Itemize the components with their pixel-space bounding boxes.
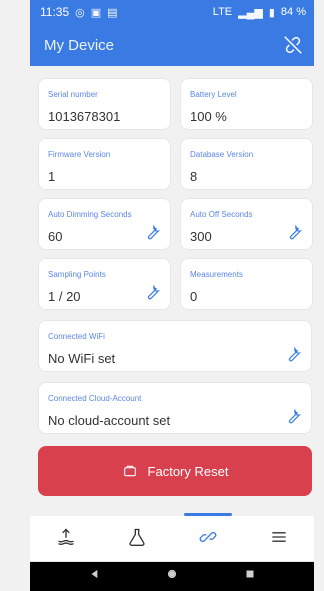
wrench-icon[interactable] [143, 284, 161, 302]
unlink-icon[interactable] [282, 34, 304, 56]
page-title: My Device [44, 36, 115, 54]
whatsapp-icon: ◎ [75, 6, 85, 19]
battery-icon: ▮ [268, 6, 275, 19]
battery-level-label: Battery Level [190, 90, 237, 99]
link-icon [198, 527, 218, 552]
serial-number-label: Serial number [48, 90, 98, 99]
wrench-icon[interactable] [143, 224, 161, 242]
wrench-icon[interactable] [284, 346, 302, 364]
menu-icon [269, 527, 289, 552]
nav-upload[interactable] [46, 519, 86, 559]
signal-icon: ▂▄▆ [238, 6, 263, 19]
nav-menu[interactable] [259, 519, 299, 559]
auto-dimming-card[interactable]: Auto Dimming Seconds 60 [38, 198, 171, 250]
home-button[interactable] [159, 569, 185, 585]
recents-button[interactable] [237, 569, 263, 585]
sampling-points-value: 1 / 20 [48, 289, 81, 304]
sampling-points-label: Sampling Points [48, 270, 106, 279]
sampling-points-card[interactable]: Sampling Points 1 / 20 [38, 258, 171, 310]
wrench-icon[interactable] [284, 408, 302, 426]
upload-icon [56, 527, 76, 552]
database-version-card: Database Version 8 [180, 138, 313, 190]
factory-reset-label: Factory Reset [147, 463, 229, 479]
firmware-version-value: 1 [48, 169, 56, 184]
notification-icon: ▣ [90, 6, 102, 19]
reset-icon [122, 463, 138, 479]
connected-cloud-value: No cloud-account set [48, 413, 171, 428]
flask-icon [127, 527, 147, 552]
database-version-value: 8 [190, 169, 198, 184]
battery-level-card: Battery Level 100 % [180, 78, 313, 130]
bottom-navigation [30, 513, 314, 562]
measurements-label: Measurements [190, 270, 243, 279]
auto-off-value: 300 [190, 229, 212, 244]
status-bar: 11:35 ◎ ▣ ▤ LTE ▂▄▆ ▮ 84 % [30, 0, 314, 24]
status-left: 11:35 ◎ ▣ ▤ [40, 5, 118, 19]
measurements-value: 0 [190, 289, 198, 304]
network-type: LTE [212, 6, 233, 18]
auto-off-label: Auto Off Seconds [190, 210, 253, 219]
device-screen: 11:35 ◎ ▣ ▤ LTE ▂▄▆ ▮ 84 % My Device Ser… [0, 0, 324, 591]
back-icon [88, 567, 102, 586]
system-navigation [30, 562, 314, 591]
database-version-label: Database Version [190, 150, 254, 159]
battery-level-value: 100 % [190, 109, 227, 124]
back-button[interactable] [82, 569, 108, 585]
auto-dimming-value: 60 [48, 229, 63, 244]
serial-number-card: Serial number 1013678301 [38, 78, 171, 130]
factory-reset-button[interactable]: Factory Reset [38, 446, 312, 496]
gallery-icon: ▤ [107, 6, 118, 19]
device-info: Serial number 1013678301 Battery Level 1… [30, 66, 314, 512]
connected-wifi-label: Connected WiFi [48, 332, 105, 341]
connected-wifi-value: No WiFi set [48, 351, 116, 366]
measurements-card: Measurements 0 [180, 258, 313, 310]
nav-flask[interactable] [117, 519, 157, 559]
recents-icon [243, 567, 257, 586]
auto-off-card[interactable]: Auto Off Seconds 300 [180, 198, 313, 250]
battery-text: 84 % [280, 6, 306, 18]
firmware-version-card: Firmware Version 1 [38, 138, 171, 190]
firmware-version-label: Firmware Version [48, 150, 111, 159]
wrench-icon[interactable] [285, 224, 303, 242]
connected-cloud-card[interactable]: Connected Cloud-Account No cloud-account… [38, 382, 312, 434]
connected-wifi-card[interactable]: Connected WiFi No WiFi set [38, 320, 312, 372]
app-bar: My Device [30, 24, 314, 66]
nav-link[interactable] [183, 513, 232, 559]
home-icon [165, 567, 179, 586]
status-time: 11:35 [40, 5, 70, 19]
auto-dimming-label: Auto Dimming Seconds [48, 210, 132, 219]
status-right: LTE ▂▄▆ ▮ 84 % [213, 6, 306, 19]
serial-number-value: 1013678301 [48, 109, 121, 124]
connected-cloud-label: Connected Cloud-Account [48, 394, 142, 403]
